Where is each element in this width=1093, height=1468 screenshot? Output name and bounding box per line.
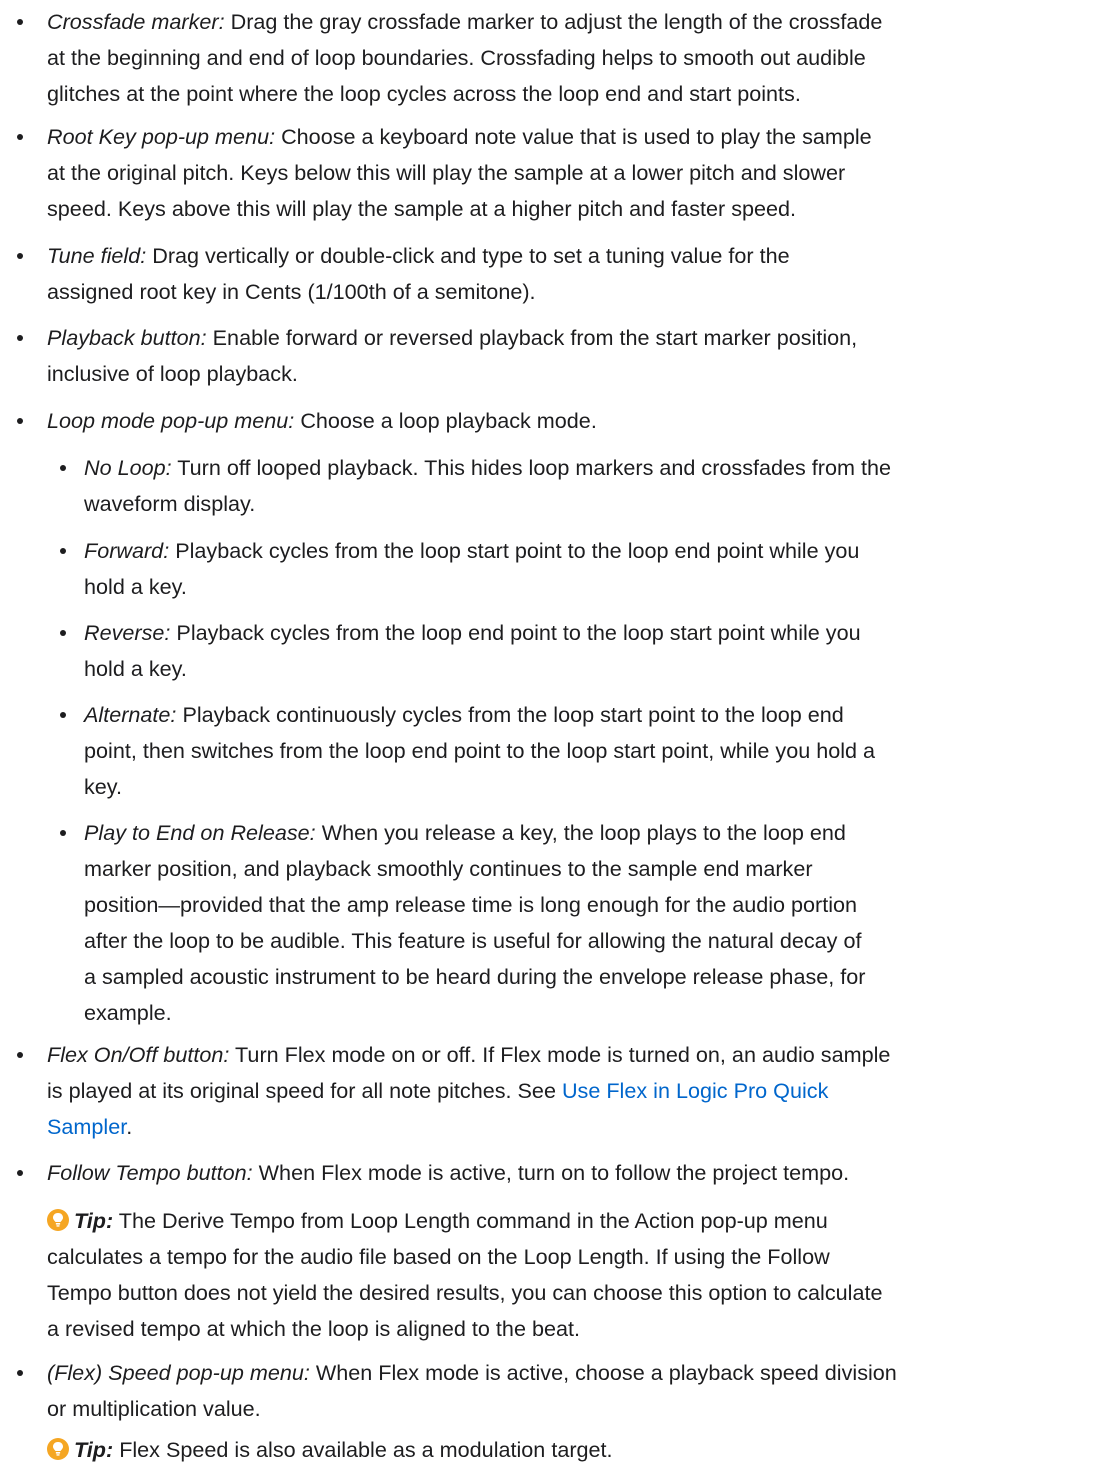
term-label: Crossfade marker:: [47, 9, 225, 34]
list-item-follow-tempo-button: Follow Tempo button: When Flex mode is a…: [17, 1155, 1087, 1191]
description-text: Turn off looped playback. This hides loo…: [177, 455, 892, 480]
list-item-flex-on-off-button: Flex On/Off button: Turn Flex mode on or…: [17, 1037, 1087, 1145]
tip-text: a revised tempo at which the loop is ali…: [47, 1316, 580, 1341]
list-item-flex-speed-menu: (Flex) Speed pop-up menu: When Flex mode…: [17, 1355, 1087, 1427]
text-line: Reverse: Playback cycles from the loop e…: [84, 615, 1087, 651]
description-text: or multiplication value.: [47, 1396, 261, 1421]
description-text: waveform display.: [84, 491, 256, 516]
description-text: Turn Flex mode on or off. If Flex mode i…: [235, 1042, 891, 1067]
text-line: No Loop: Turn off looped playback. This …: [84, 450, 1087, 486]
tip-label: Tip:: [74, 1208, 114, 1233]
text-line: Alternate: Playback continuously cycles …: [84, 697, 1087, 733]
term-label: Loop mode pop-up menu:: [47, 408, 295, 433]
list-item-loop-mode: Loop mode pop-up menu: Choose a loop pla…: [17, 403, 1087, 439]
term-label: Play to End on Release:: [84, 820, 316, 845]
description-text: marker position, and playback smoothly c…: [84, 856, 813, 881]
description-text: hold a key.: [84, 574, 187, 599]
tip-note: Tip: The Derive Tempo from Loop Length c…: [47, 1203, 1087, 1347]
description-text: assigned root key in Cents (1/100th of a…: [47, 279, 536, 304]
tip-text: Tempo button does not yield the desired …: [47, 1280, 883, 1305]
description-text: point, then switches from the loop end p…: [84, 738, 876, 763]
description-text: inclusive of loop playback.: [47, 361, 298, 386]
term-label: Reverse:: [84, 620, 171, 645]
term-label: (Flex) Speed pop-up menu:: [47, 1360, 310, 1385]
term-label: Forward:: [84, 538, 170, 563]
text-line: Tune field: Drag vertically or double-cl…: [47, 238, 1087, 274]
text-line: Root Key pop-up menu: Choose a keyboard …: [47, 119, 1087, 155]
description-text: hold a key.: [84, 656, 187, 681]
term-label: Flex On/Off button:: [47, 1042, 230, 1067]
term-label: Alternate:: [84, 702, 177, 727]
description-text: after the loop to be audible. This featu…: [84, 928, 862, 953]
sub-item-no-loop: No Loop: Turn off looped playback. This …: [60, 450, 1087, 522]
text-line: Tip: The Derive Tempo from Loop Length c…: [47, 1203, 1087, 1239]
text-line: (Flex) Speed pop-up menu: When Flex mode…: [47, 1355, 1087, 1391]
text-line: Flex On/Off button: Turn Flex mode on or…: [47, 1037, 1087, 1073]
description-text: When Flex mode is active, choose a playb…: [315, 1360, 897, 1385]
term-label: No Loop:: [84, 455, 172, 480]
text-line: Sampler.: [47, 1109, 1087, 1145]
description-text: a sampled acoustic instrument to be hear…: [84, 964, 866, 989]
sub-item-reverse: Reverse: Playback cycles from the loop e…: [60, 615, 1087, 687]
text-line: is played at its original speed for all …: [47, 1073, 1087, 1109]
text-line: Forward: Playback cycles from the loop s…: [84, 533, 1087, 569]
description-text: glitches at the point where the loop cyc…: [47, 81, 801, 106]
description-text: Choose a keyboard note value that is use…: [281, 124, 872, 149]
description-text: Playback cycles from the loop start poin…: [175, 538, 860, 563]
tip-label: Tip:: [74, 1437, 114, 1462]
description-text: position—provided that the amp release t…: [84, 892, 858, 917]
term-label: Follow Tempo button:: [47, 1160, 253, 1185]
description-text: at the original pitch. Keys below this w…: [47, 160, 846, 185]
text-line: Loop mode pop-up menu: Choose a loop pla…: [47, 403, 1087, 439]
description-text: When Flex mode is active, turn on to fol…: [258, 1160, 850, 1185]
sub-item-alternate: Alternate: Playback continuously cycles …: [60, 697, 1087, 805]
sub-item-play-to-end-on-release: Play to End on Release: When you release…: [60, 815, 1087, 1031]
tip-text: calculates a tempo for the audio file ba…: [47, 1244, 830, 1269]
tip-text: Flex Speed is also available as a modula…: [119, 1437, 613, 1462]
description-text: Drag the gray crossfade marker to adjust…: [230, 9, 883, 34]
description-text: is played at its original speed for all …: [47, 1078, 556, 1103]
text-line: Crossfade marker: Drag the gray crossfad…: [47, 4, 1087, 40]
list-item-tune-field: Tune field: Drag vertically or double-cl…: [17, 238, 1087, 310]
description-text: Playback continuously cycles from the lo…: [182, 702, 844, 727]
list-item-root-key: Root Key pop-up menu: Choose a keyboard …: [17, 119, 1087, 227]
document-body: Crossfade marker: Drag the gray crossfad…: [0, 0, 1093, 1468]
lightbulb-icon: [47, 1209, 69, 1231]
term-label: Tune field:: [47, 243, 147, 268]
list-item-playback-button: Playback button: Enable forward or rever…: [17, 320, 1087, 392]
list-item-crossfade-marker: Crossfade marker: Drag the gray crossfad…: [17, 4, 1087, 112]
description-text: example.: [84, 1000, 172, 1025]
description-text: Playback cycles from the loop end point …: [176, 620, 861, 645]
tip-note: Tip: Flex Speed is also available as a m…: [47, 1432, 1087, 1468]
description-text: Choose a loop playback mode.: [300, 408, 597, 433]
punctuation: .: [126, 1114, 133, 1139]
tip-text: The Derive Tempo from Loop Length comman…: [118, 1208, 828, 1233]
description-text: speed. Keys above this will play the sam…: [47, 196, 797, 221]
description-text: key.: [84, 774, 122, 799]
description-text: Drag vertically or double-click and type…: [152, 243, 790, 268]
text-line: Play to End on Release: When you release…: [84, 815, 1087, 851]
use-flex-link-continued[interactable]: Sampler: [47, 1114, 126, 1139]
text-line: Playback button: Enable forward or rever…: [47, 320, 1087, 356]
sub-item-forward: Forward: Playback cycles from the loop s…: [60, 533, 1087, 605]
description-text: When you release a key, the loop plays t…: [321, 820, 846, 845]
term-label: Playback button:: [47, 325, 207, 350]
description-text: at the beginning and end of loop boundar…: [47, 45, 866, 70]
term-label: Root Key pop-up menu:: [47, 124, 276, 149]
text-line: Follow Tempo button: When Flex mode is a…: [47, 1155, 1087, 1191]
text-line: Tip: Flex Speed is also available as a m…: [47, 1432, 1087, 1468]
lightbulb-icon: [47, 1438, 69, 1460]
description-text: Enable forward or reversed playback from…: [212, 325, 858, 350]
use-flex-link[interactable]: Use Flex in Logic Pro Quick: [562, 1078, 828, 1103]
